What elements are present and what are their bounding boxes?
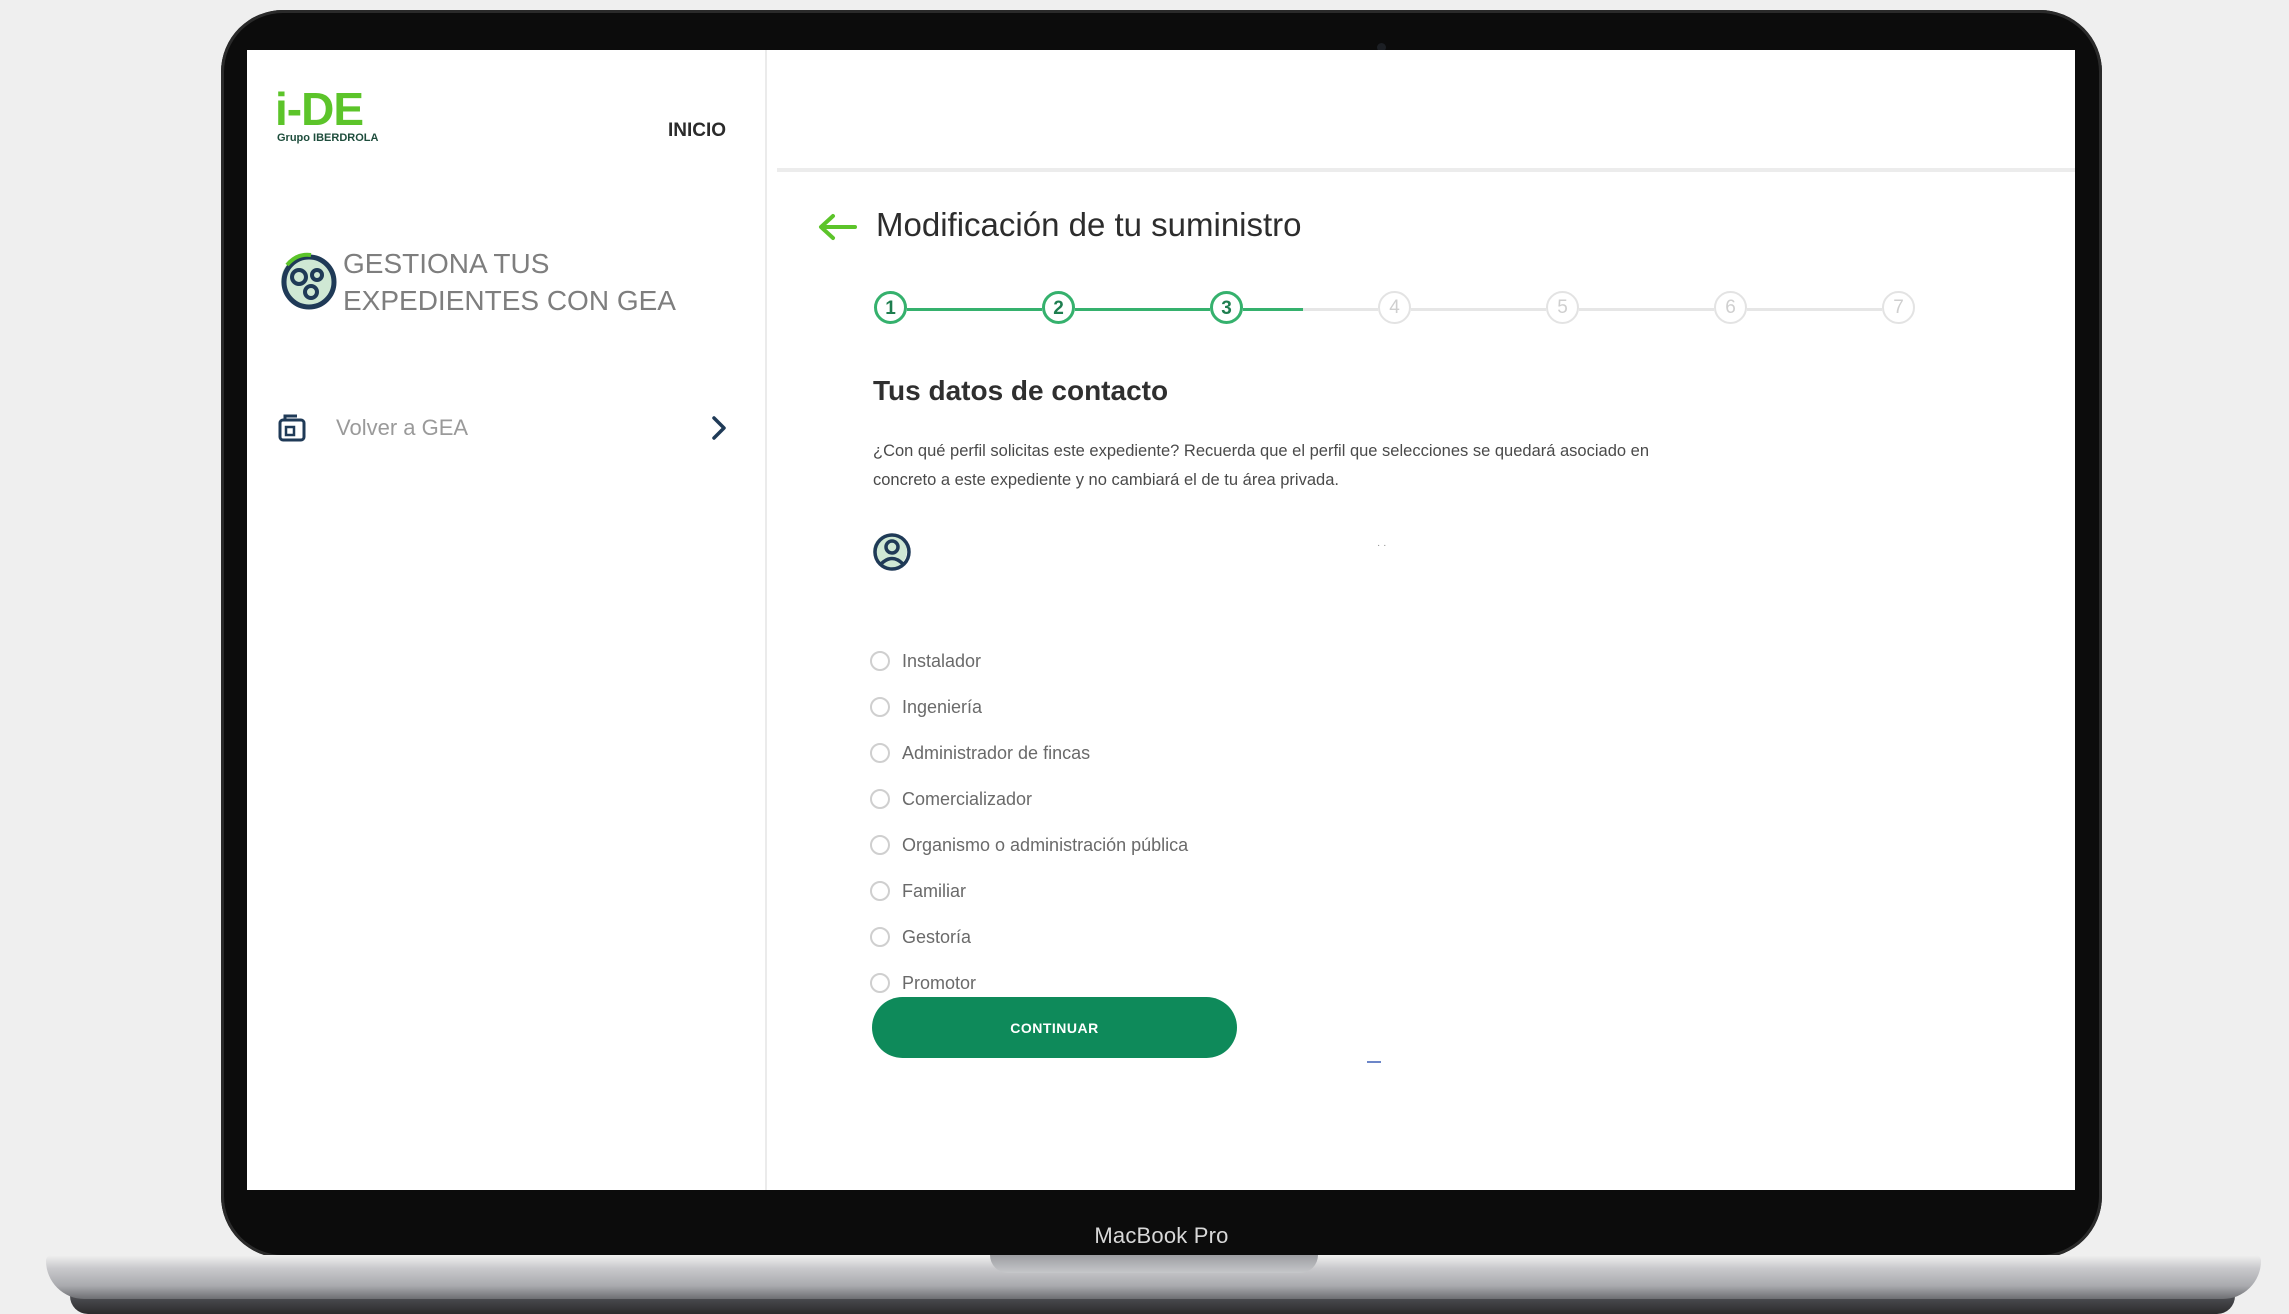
back-arrow-icon[interactable]	[817, 212, 857, 242]
step-4: 4	[1378, 291, 1411, 324]
page-title: Modificación de tu suministro	[876, 206, 1302, 243]
section-title: Tus datos de contacto	[873, 375, 1169, 406]
radio-button[interactable]	[870, 973, 890, 993]
folder-back-icon	[278, 414, 306, 442]
step-6: 6	[1714, 291, 1747, 324]
step-line	[1243, 308, 1303, 311]
step-line	[907, 308, 1042, 311]
volver-label: Volver a GEA	[336, 415, 469, 440]
sidebar: i-DE Grupo IBERDROLA INICIO GESTIONA TUS…	[247, 50, 767, 1190]
faint-dots: · ·	[1377, 540, 1387, 551]
profile-option-label: Promotor	[902, 973, 977, 993]
radio-button[interactable]	[870, 697, 890, 717]
radio-button[interactable]	[870, 743, 890, 763]
volver-a-gea-link[interactable]: Volver a GEA	[277, 410, 727, 450]
profile-option[interactable]: Instalador	[870, 650, 1470, 696]
step-3: 3	[1210, 291, 1243, 324]
profile-option[interactable]: Familiar	[870, 880, 1470, 926]
profile-option-label: Organismo o administración pública	[902, 835, 1189, 855]
step-7: 7	[1882, 291, 1915, 324]
radio-button[interactable]	[870, 881, 890, 901]
step-5: 5	[1546, 291, 1579, 324]
section-description: ¿Con qué perfil solicitas este expedient…	[873, 442, 1649, 489]
stepper: 1 2 3 4 5 6 7	[874, 288, 1938, 332]
gea-title: GESTIONA TUS EXPEDIENTES CON GEA	[343, 248, 676, 316]
profile-option-label: Gestoría	[902, 927, 972, 947]
profile-option-label: Ingeniería	[902, 697, 983, 717]
step-1: 1	[874, 291, 907, 324]
profile-option-label: Administrador de fincas	[902, 743, 1091, 763]
step-line	[1303, 308, 1378, 311]
step-line	[1747, 308, 1882, 311]
screen: i-DE Grupo IBERDROLA INICIO GESTIONA TUS…	[247, 50, 2075, 1190]
profile-option[interactable]: Administrador de fincas	[870, 742, 1470, 788]
radio-button[interactable]	[870, 651, 890, 671]
radio-button[interactable]	[870, 835, 890, 855]
profile-option-label: Instalador	[902, 651, 982, 671]
device-label: MacBook Pro	[1094, 1223, 1229, 1248]
chevron-right-icon	[712, 416, 726, 440]
laptop-notch	[990, 1255, 1318, 1273]
logo-wordmark: i-DE	[275, 83, 364, 135]
top-bar	[777, 50, 2075, 172]
step-line	[1579, 308, 1714, 311]
profile-option-label: Comercializador	[902, 789, 1033, 809]
radio-button[interactable]	[870, 789, 890, 809]
profile-option[interactable]: Ingeniería	[870, 696, 1470, 742]
profile-options: Instalador Ingeniería Administrador de fin…	[870, 650, 1470, 1018]
profile-option[interactable]: Organismo o administración pública	[870, 834, 1470, 880]
profile-option[interactable]: Comercializador	[870, 788, 1470, 834]
gea-header: GESTIONA TUS EXPEDIENTES CON GEA	[277, 245, 747, 335]
step-line	[1411, 308, 1546, 311]
profile-option-label: Familiar	[902, 881, 967, 901]
profile-option[interactable]: Gestoría	[870, 926, 1470, 972]
ide-logo[interactable]: i-DE Grupo IBERDROLA	[275, 86, 385, 156]
decorative-dash	[1367, 1061, 1381, 1063]
radio-button[interactable]	[870, 927, 890, 947]
user-profile-icon	[873, 533, 911, 571]
logo-subtitle: Grupo IBERDROLA	[277, 132, 379, 144]
step-line	[1075, 308, 1210, 311]
nav-inicio-link[interactable]: INICIO	[668, 120, 726, 142]
step-2: 2	[1042, 291, 1075, 324]
gea-icon	[281, 252, 337, 310]
continue-button[interactable]: CONTINUAR	[872, 997, 1237, 1058]
